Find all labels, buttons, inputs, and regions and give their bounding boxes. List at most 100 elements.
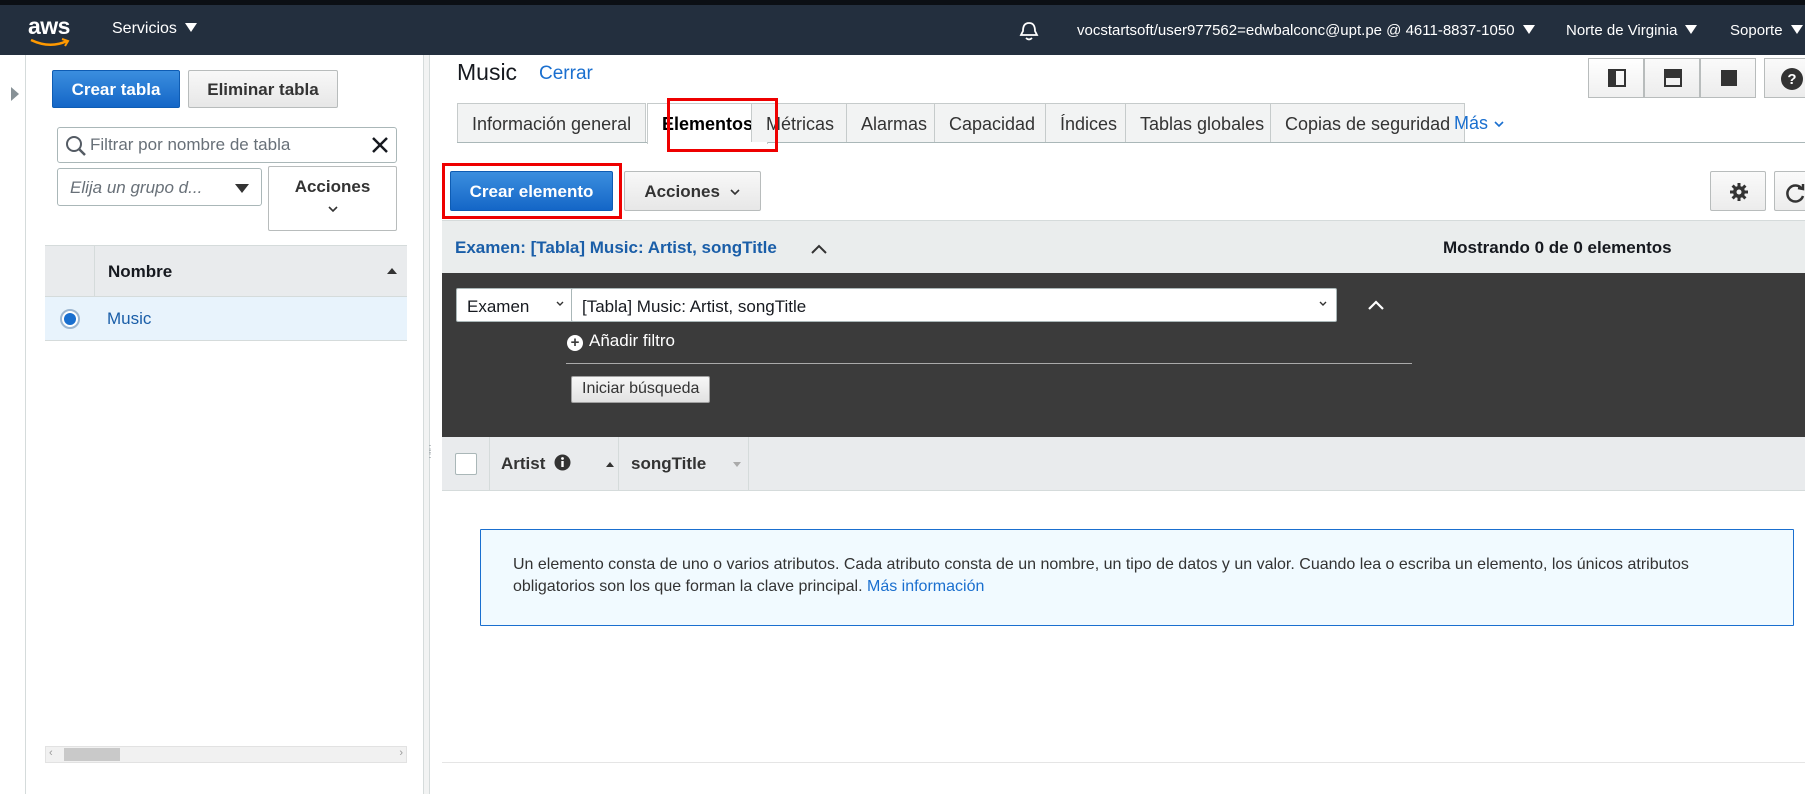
- table-tabs: Información general Elementos Métricas A…: [457, 103, 1805, 144]
- add-filter-label: Añadir filtro: [589, 331, 675, 350]
- services-label: Servicios: [112, 20, 177, 37]
- support-label: Soporte: [1730, 22, 1783, 39]
- tab-metricas[interactable]: Métricas: [751, 103, 850, 142]
- caret-down-icon: [1790, 25, 1803, 34]
- account-menu[interactable]: vocstartsoft/user977562=edwbalconc@upt.p…: [1077, 22, 1535, 39]
- region-menu[interactable]: Norte de Virginia: [1566, 22, 1698, 39]
- name-column-header[interactable]: Nombre: [108, 262, 172, 282]
- full-view-button[interactable]: [1700, 58, 1756, 98]
- delete-table-button[interactable]: Eliminar tabla: [188, 70, 338, 108]
- table-name-link[interactable]: Music: [107, 309, 151, 329]
- scan-summary-bar[interactable]: Examen: [Tabla] Music: Artist, songTitle…: [442, 220, 1805, 273]
- settings-button[interactable]: [1710, 171, 1766, 211]
- table-select-radio[interactable]: [60, 309, 80, 329]
- chevron-down-icon: [1319, 301, 1327, 306]
- plus-circle-icon: +: [567, 335, 583, 351]
- info-message: Un elemento consta de uno o varios atrib…: [480, 529, 1794, 626]
- collapse-filter-icon[interactable]: [1367, 299, 1385, 311]
- tab-indices[interactable]: Índices: [1045, 103, 1133, 142]
- tab-capacidad[interactable]: Capacidad: [934, 103, 1051, 142]
- chevron-up-icon[interactable]: [810, 243, 828, 255]
- scroll-right-icon[interactable]: ›: [399, 747, 403, 759]
- caret-down-icon: [1522, 25, 1535, 34]
- help-button[interactable]: ?: [1764, 58, 1805, 98]
- tables-list-header: Nombre: [45, 245, 407, 297]
- items-actions-button[interactable]: Acciones: [624, 171, 761, 211]
- group-select-placeholder: Elija un grupo d...: [70, 178, 203, 197]
- tab-more[interactable]: Más: [1440, 103, 1519, 142]
- aws-logo-text: aws: [28, 13, 70, 39]
- tab-alarmas[interactable]: Alarmas: [846, 103, 943, 142]
- tab-informacion-general[interactable]: Información general: [457, 103, 647, 142]
- tab-more-label: Más: [1454, 113, 1489, 133]
- refresh-button[interactable]: [1774, 171, 1805, 211]
- items-count: Mostrando 0 de 0 elementos: [1443, 238, 1672, 257]
- column-separator: [748, 437, 749, 491]
- collapse-rail[interactable]: [0, 55, 26, 794]
- layout-toggle-group: ?: [1588, 58, 1805, 98]
- full-view-icon: [1721, 70, 1737, 86]
- column-separator: [618, 437, 619, 491]
- split-vertical-icon: [1608, 69, 1626, 87]
- panel-splitter[interactable]: ⋮ ⋮: [423, 55, 435, 794]
- chevron-down-icon: [269, 199, 396, 219]
- scroll-left-icon[interactable]: ‹: [49, 747, 53, 759]
- aws-logo[interactable]: aws: [28, 13, 72, 47]
- scan-mode-value: Examen: [467, 297, 530, 316]
- tab-elementos[interactable]: Elementos: [647, 103, 769, 144]
- create-item-button[interactable]: Crear elemento: [450, 171, 613, 211]
- close-link[interactable]: Cerrar: [539, 63, 593, 85]
- footer-divider: [442, 762, 1805, 763]
- filter-divider: [566, 363, 1412, 364]
- songtitle-column-header[interactable]: songTitle: [631, 454, 706, 474]
- horizontal-scrollbar[interactable]: ‹ ›: [45, 746, 407, 763]
- refresh-icon: [1786, 184, 1805, 203]
- start-search-button[interactable]: Iniciar búsqueda: [571, 376, 711, 403]
- chevron-down-icon: [556, 301, 564, 306]
- bell-icon[interactable]: [1018, 20, 1040, 47]
- top-navigation-bar: aws Servicios vocstartsoft/user977562=ed…: [0, 0, 1805, 55]
- table-row[interactable]: Music: [45, 297, 407, 341]
- split-vertical-view-button[interactable]: [1588, 58, 1644, 98]
- items-table-header: Artist songTitle: [442, 437, 1805, 491]
- column-separator: [94, 246, 95, 296]
- group-select[interactable]: Elija un grupo d...: [57, 168, 262, 206]
- scan-mode-select[interactable]: Examen: [456, 288, 574, 322]
- sidebar-actions-button[interactable]: Acciones: [268, 166, 397, 231]
- learn-more-link[interactable]: Más información: [867, 578, 984, 595]
- split-horizontal-icon: [1664, 69, 1682, 87]
- scan-summary-text[interactable]: Examen: [Tabla] Music: Artist, songTitle: [455, 238, 777, 258]
- support-menu[interactable]: Soporte: [1730, 22, 1803, 39]
- info-icon[interactable]: [554, 454, 571, 471]
- split-horizontal-view-button[interactable]: [1644, 58, 1700, 98]
- expand-arrow-icon[interactable]: [11, 87, 19, 101]
- info-message-text: Un elemento consta de uno o varios atrib…: [513, 554, 1773, 598]
- sidebar-actions-label: Acciones: [294, 177, 371, 196]
- select-all-checkbox[interactable]: [455, 453, 477, 475]
- table-filter-input[interactable]: Filtrar por nombre de tabla: [57, 127, 397, 163]
- caret-down-icon: [184, 23, 197, 32]
- create-table-button[interactable]: Crear tabla: [52, 70, 180, 108]
- table-filter-placeholder: Filtrar por nombre de tabla: [90, 135, 291, 154]
- artist-column-label: Artist: [501, 454, 546, 473]
- gear-icon: [1730, 183, 1748, 201]
- caret-down-icon: [235, 184, 249, 193]
- tab-tablas-globales[interactable]: Tablas globales: [1125, 103, 1280, 142]
- sort-desc-icon[interactable]: [732, 461, 742, 469]
- search-icon: [66, 136, 86, 156]
- help-icon: ?: [1781, 68, 1803, 90]
- artist-column-header[interactable]: Artist: [501, 454, 571, 474]
- scrollbar-thumb[interactable]: [64, 748, 120, 761]
- sort-asc-icon[interactable]: [605, 460, 615, 468]
- clear-icon[interactable]: [370, 135, 390, 155]
- add-filter-link[interactable]: + Añadir filtro: [567, 331, 675, 351]
- items-actions-label: Acciones: [644, 182, 720, 201]
- caret-down-icon: [1685, 25, 1698, 34]
- services-menu[interactable]: Servicios: [112, 20, 197, 38]
- account-label: vocstartsoft/user977562=edwbalconc@upt.p…: [1077, 22, 1515, 39]
- sort-asc-icon[interactable]: [387, 268, 397, 274]
- tab-copias-de-seguridad[interactable]: Copias de seguridad: [1270, 103, 1466, 142]
- chevron-down-icon: [730, 189, 740, 196]
- scan-target-select[interactable]: [Tabla] Music: Artist, songTitle: [571, 288, 1337, 322]
- page-title: Music: [457, 59, 518, 85]
